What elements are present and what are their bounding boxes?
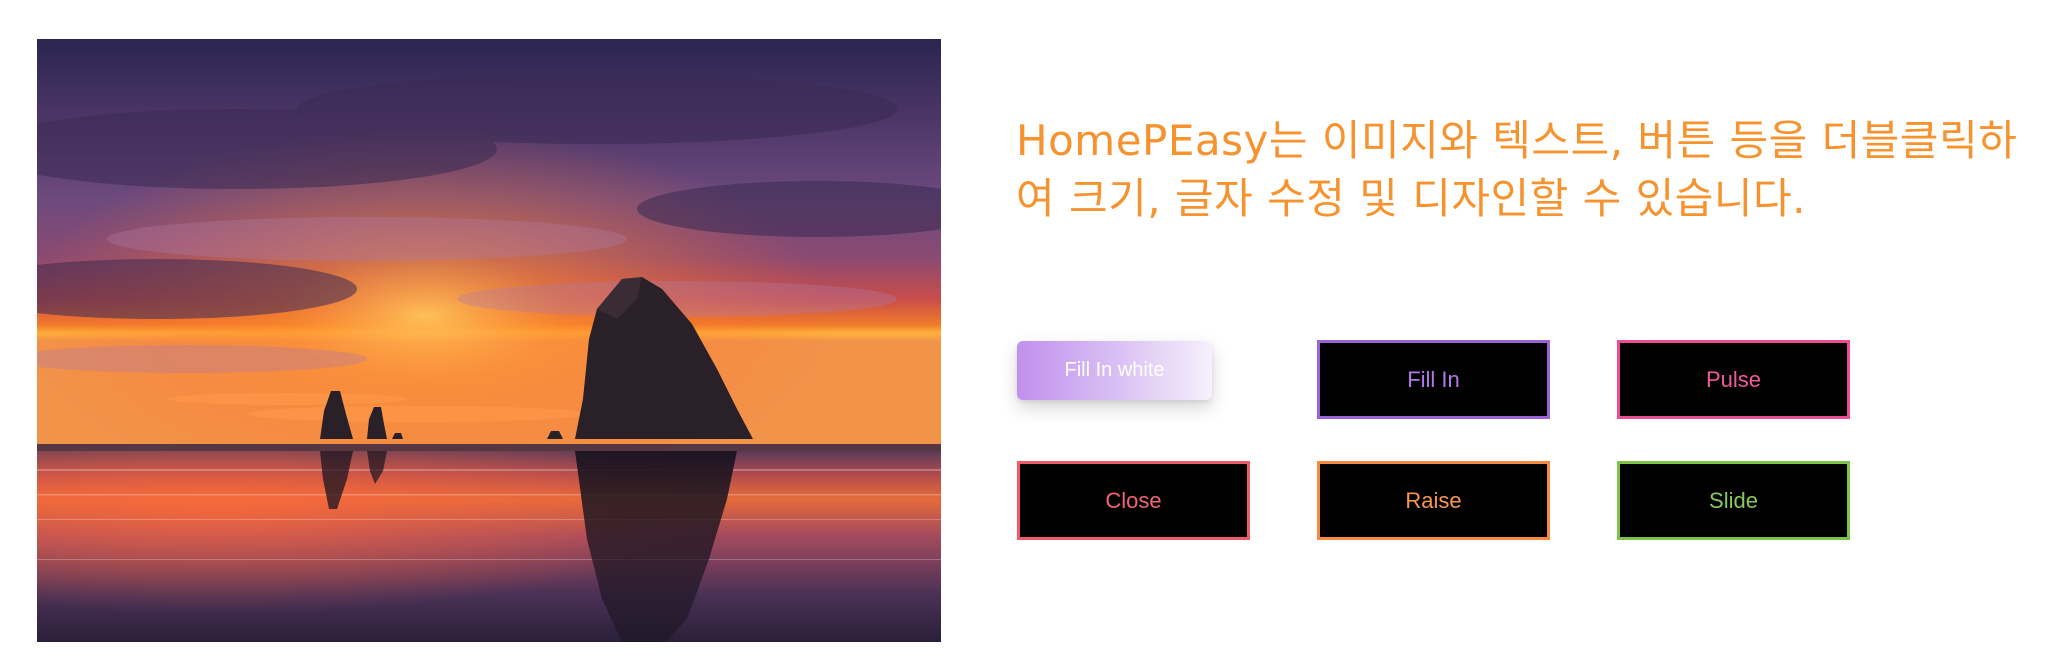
hero-image[interactable] — [37, 39, 941, 642]
raise-button[interactable]: Raise — [1317, 461, 1550, 540]
fill-in-white-button[interactable]: Fill In white — [1017, 341, 1212, 400]
intro-headline: HomePEasy는 이미지와 텍스트, 버튼 등을 더블클릭하여 크기, 글자… — [1016, 116, 2018, 223]
close-button[interactable]: Close — [1017, 461, 1250, 540]
sunset-photo-graphic — [37, 39, 941, 642]
pulse-button[interactable]: Pulse — [1617, 340, 1850, 419]
fill-in-button[interactable]: Fill In — [1317, 340, 1550, 419]
slide-button[interactable]: Slide — [1617, 461, 1850, 540]
